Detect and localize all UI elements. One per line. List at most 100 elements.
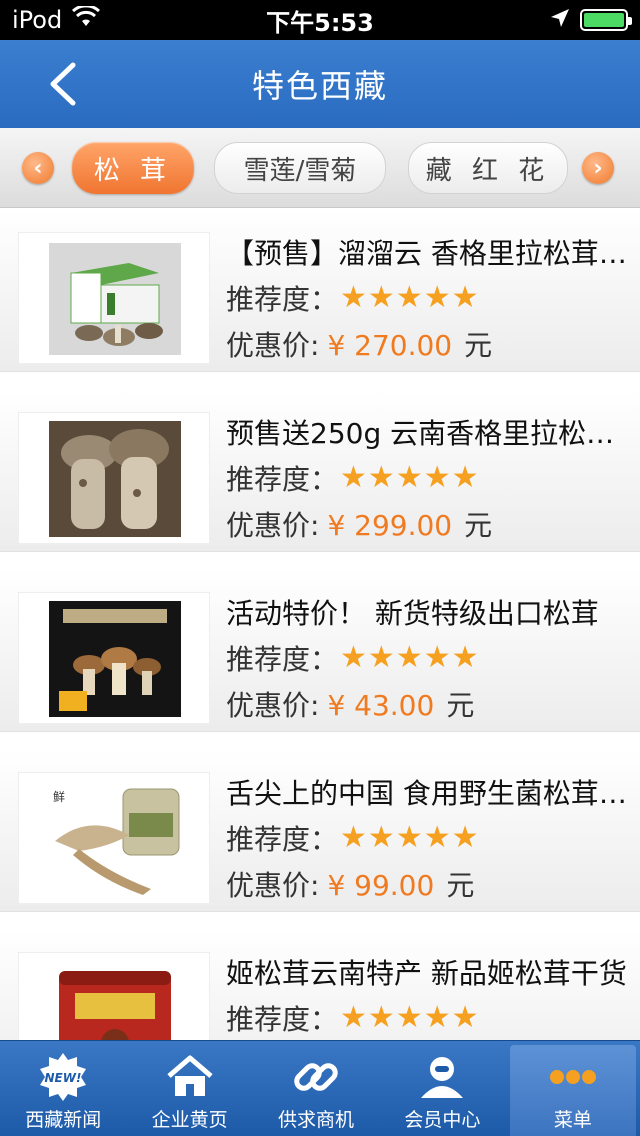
product-image: 鲜 [18, 772, 210, 904]
price-label: 优惠价: [226, 689, 320, 722]
next-category-button[interactable]: › [582, 152, 614, 184]
price-label: 优惠价: [226, 509, 320, 542]
tab-bar-member[interactable]: 会员中心 [379, 1041, 505, 1136]
tab-bar-directory[interactable]: 企业黄页 [126, 1041, 252, 1136]
price-value: ¥ 270.00 [327, 329, 453, 362]
price-unit: 元 [446, 869, 475, 902]
price-unit: 元 [446, 689, 475, 722]
star-icon: ★ [423, 280, 451, 315]
svg-text:鲜: 鲜 [53, 790, 65, 804]
star-icon: ★ [423, 1000, 451, 1035]
tab-bar-label: 西藏新闻 [25, 1109, 102, 1131]
star-icon: ★ [367, 1000, 395, 1035]
product-item[interactable]: 姬松茸云南特产 新品姬松茸干货 推荐度： ★ ★ ★ ★ ★ [0, 930, 640, 1040]
star-icon: ★ [340, 640, 367, 675]
star-icon: ★ [451, 280, 479, 315]
battery-icon [580, 9, 632, 31]
status-bar: iPod 下午5:53 [0, 0, 640, 40]
price-value: ¥ 43.00 [327, 689, 435, 722]
rating-row: 推荐度： ★ ★ ★ ★ ★ [226, 998, 479, 1038]
product-item[interactable]: 预售送250g 云南香格里拉松茸 新鲜 推荐度： ★★★★★ 优惠价: ¥ 29… [0, 390, 640, 552]
star-icon: ★ [367, 280, 395, 315]
svg-text:NEW!: NEW! [45, 1071, 82, 1085]
product-title: 活动特价！ 新货特级出口松茸 [226, 597, 599, 630]
product-item[interactable]: 鲜 舌尖上的中国 食用野生菌松茸干片 推荐度： ★ ★ ★ ★ ★ 优惠价: ¥ 99.… [0, 750, 640, 912]
product-title: 舌尖上的中国 食用野生菌松茸干片 [226, 777, 630, 810]
category-bar: ‹ 松 茸 雪莲/雪菊 藏 红 花 › [0, 128, 640, 208]
rating-row: 推荐度： ★ ★ ★ ★ ★ [226, 278, 479, 318]
star-rating: ★ ★ ★ ★ ★ [340, 283, 479, 313]
home-icon [165, 1049, 215, 1105]
star-icon: ★ [395, 460, 423, 495]
carrier-label: iPod [12, 6, 63, 34]
star-icon: ★ [451, 1000, 479, 1035]
star-icon: ★ [451, 640, 479, 675]
tab-bar-supply[interactable]: 供求商机 [253, 1041, 379, 1136]
chevron-left-icon [50, 62, 76, 106]
price-value: ¥ 299.00 [327, 509, 453, 542]
tab-bar-label: 企业黄页 [151, 1109, 228, 1131]
nav-bar: 特色西藏 [0, 40, 640, 128]
star-icon: ★ [367, 460, 395, 495]
rating-label: 推荐度： [226, 1003, 339, 1036]
product-image [18, 952, 210, 1040]
tab-xuelian[interactable]: 雪莲/雪菊 [214, 142, 386, 194]
new-badge-icon: NEW! [37, 1049, 89, 1105]
tab-bar-news[interactable]: NEW! 西藏新闻 [0, 1041, 126, 1136]
star-icon: ★ [423, 460, 451, 495]
user-icon [417, 1049, 467, 1105]
star-icon: ★ [367, 640, 395, 675]
product-image [18, 232, 210, 364]
product-title: 【预售】溜溜云 香格里拉松茸 新鲜野生松茸礼盒 [226, 237, 630, 270]
price-row: 优惠价: ¥ 99.00 元 [226, 864, 474, 904]
star-rating: ★ ★ ★ ★ ★ [340, 643, 479, 673]
chevron-right-icon: › [593, 155, 603, 181]
page-title: 特色西藏 [251, 67, 388, 105]
tab-zanghonghua[interactable]: 藏 红 花 [408, 142, 568, 194]
price-unit: 元 [464, 329, 493, 362]
star-icon: ★ [451, 460, 479, 495]
product-list: 【预售】溜溜云 香格里拉松茸 新鲜野生松茸礼盒 推荐度： ★★★★★ 优惠价: … [0, 210, 640, 1040]
more-dots-icon [548, 1049, 598, 1105]
tab-songrong[interactable]: 松 茸 [72, 142, 194, 194]
price-value: ¥ 99.00 [327, 869, 435, 902]
rating-label: 推荐度： [226, 283, 339, 316]
tab-label: 雪莲/雪菊 [243, 155, 357, 186]
star-icon: ★ [395, 1000, 423, 1035]
tab-bar-label: 会员中心 [404, 1109, 481, 1131]
product-title: 预售送250g 云南香格里拉松茸 新鲜 [226, 417, 630, 450]
link-icon [291, 1049, 341, 1105]
price-row: 优惠价: ¥ 299.00 元 [226, 504, 492, 544]
star-icon: ★ [367, 820, 395, 855]
tab-bar-menu[interactable]: 菜单 [509, 1045, 637, 1136]
star-rating: ★ ★ ★ ★ ★ [340, 463, 479, 493]
back-button[interactable] [36, 58, 88, 110]
star-icon: ★ [395, 280, 423, 315]
product-image [18, 412, 210, 544]
prev-category-button[interactable]: ‹ [22, 152, 54, 184]
rating-row: 推荐度： ★ ★ ★ ★ ★ [226, 638, 479, 678]
tab-label: 藏 红 花 [425, 155, 551, 186]
star-rating: ★ ★ ★ ★ ★ [340, 823, 479, 853]
rating-label: 推荐度： [226, 823, 339, 856]
star-icon: ★ [395, 820, 423, 855]
star-icon: ★ [340, 280, 367, 315]
star-icon: ★ [340, 1000, 367, 1035]
rating-label: 推荐度： [226, 463, 339, 496]
price-label: 优惠价: [226, 329, 320, 362]
price-unit: 元 [464, 509, 493, 542]
tab-label: 松 茸 [93, 155, 173, 186]
price-row: 优惠价: ¥ 43.00 元 [226, 684, 474, 724]
chevron-left-icon: ‹ [33, 155, 43, 181]
star-icon: ★ [395, 640, 423, 675]
tab-bar-label: 供求商机 [278, 1109, 355, 1131]
product-title: 姬松茸云南特产 新品姬松茸干货 [226, 957, 627, 990]
product-item[interactable]: 活动特价！ 新货特级出口松茸 推荐度： ★ ★ ★ ★ ★ 优惠价: ¥ 43.00 元 [0, 570, 640, 732]
star-icon: ★ [423, 640, 451, 675]
product-item[interactable]: 【预售】溜溜云 香格里拉松茸 新鲜野生松茸礼盒 推荐度： ★★★★★ 优惠价: … [0, 210, 640, 372]
wifi-icon [72, 4, 101, 34]
tab-bar-label: 菜单 [553, 1109, 592, 1131]
price-label: 优惠价: [226, 869, 320, 902]
star-icon: ★ [451, 820, 479, 855]
location-arrow-icon [550, 6, 570, 34]
